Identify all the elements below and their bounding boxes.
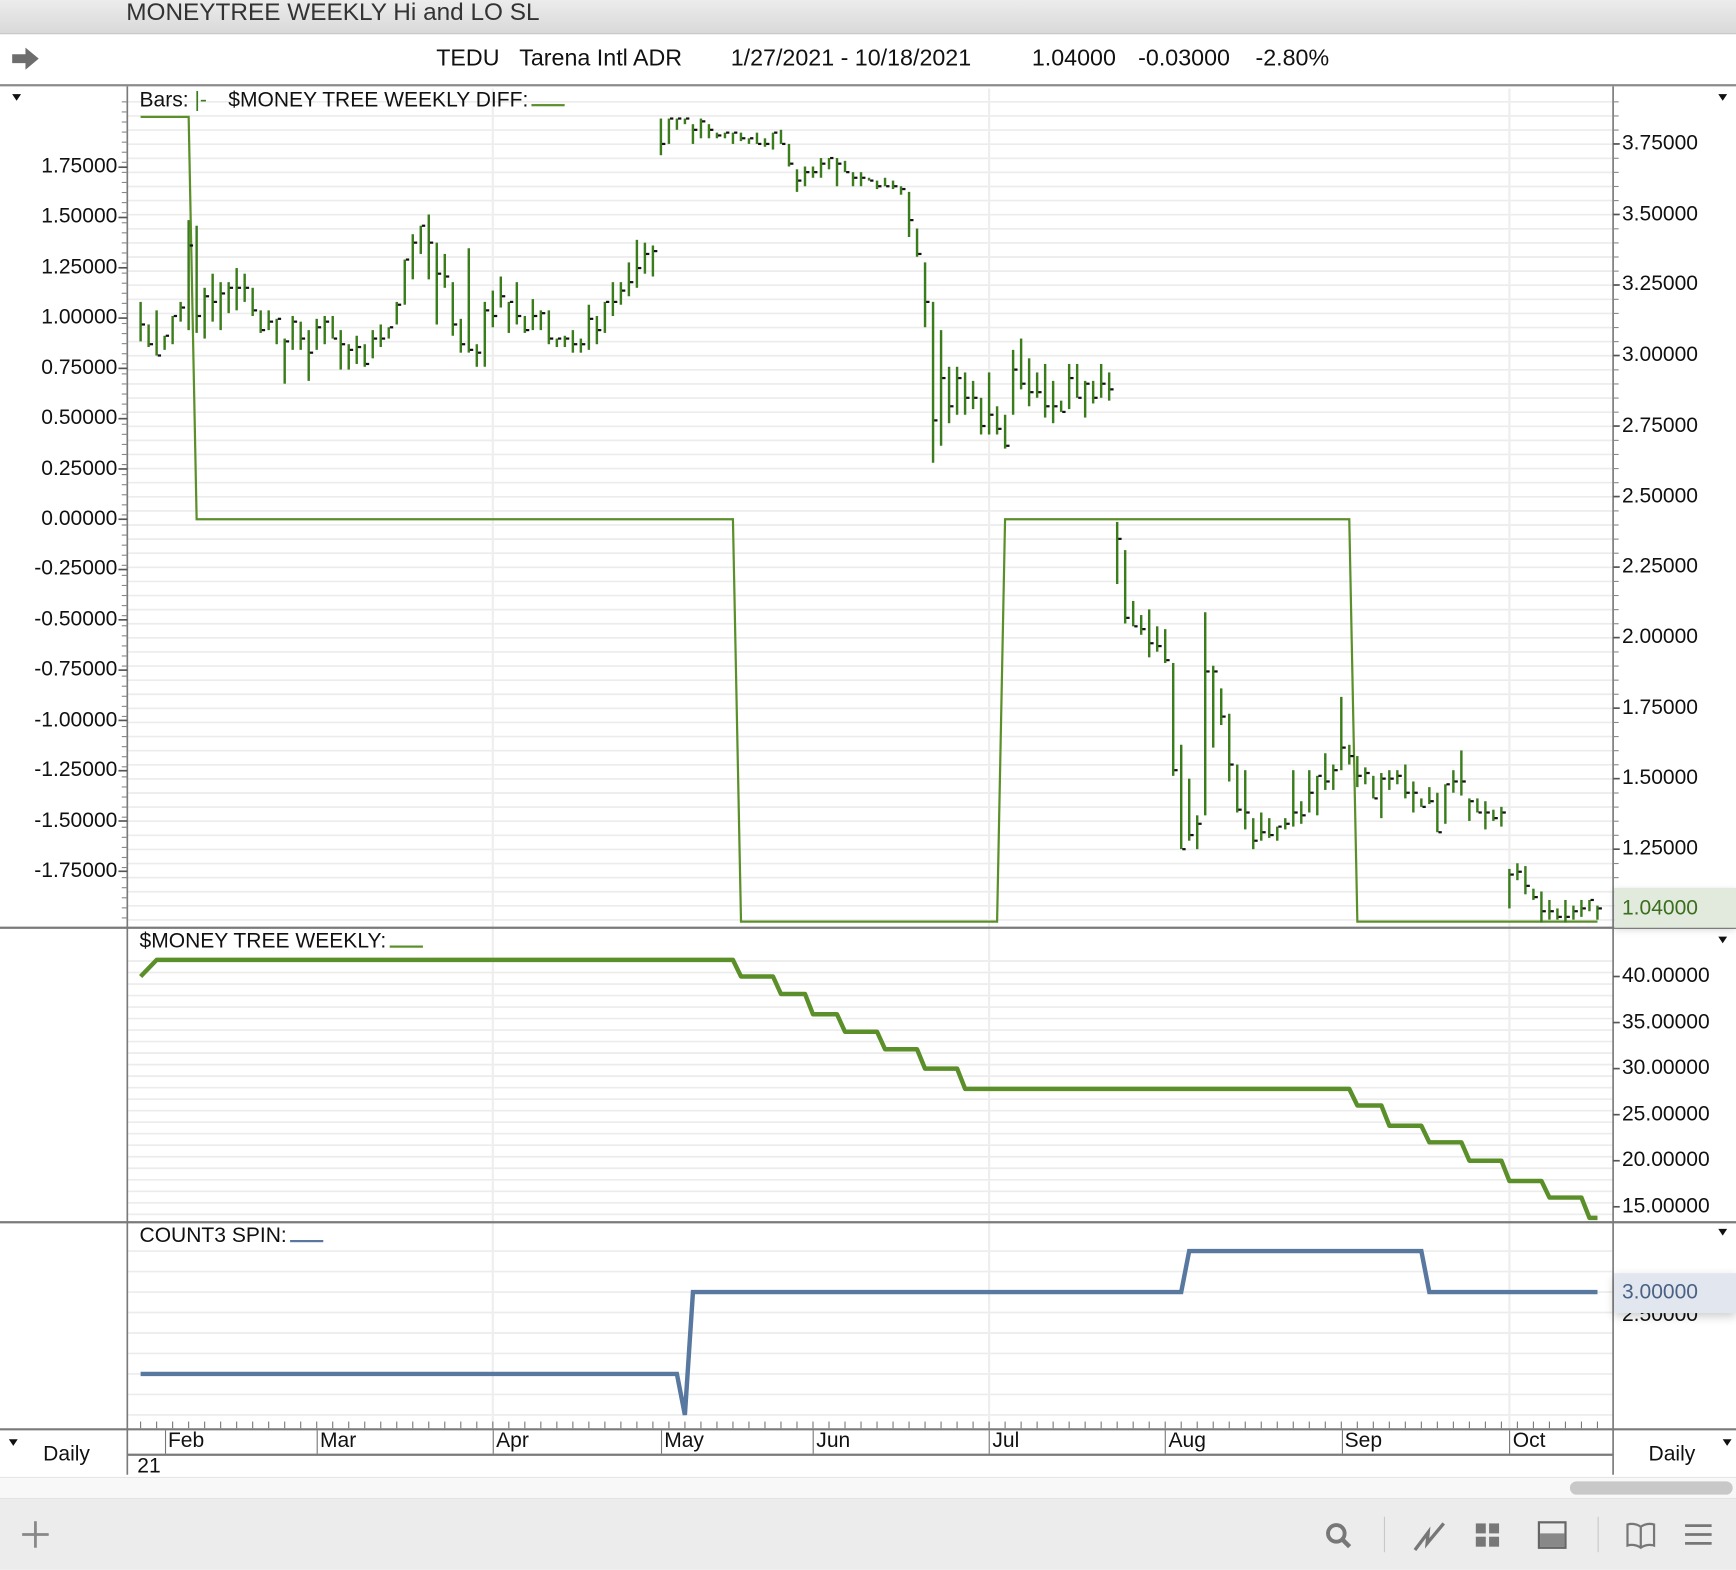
panel-layout-icon[interactable] xyxy=(1537,1520,1568,1551)
left-axis-label: -0.75000 xyxy=(34,657,118,682)
left-axis-label: -1.00000 xyxy=(34,708,118,732)
money-tree-pane-title: $MONEY TREE WEEKLY: xyxy=(139,930,423,954)
money-tree-axis-label: 35.00000 xyxy=(1621,1010,1710,1034)
diff-step-line xyxy=(140,115,1598,923)
plus-icon[interactable] xyxy=(20,1519,51,1550)
x-axis-month-label: Aug xyxy=(1165,1430,1206,1454)
book-icon[interactable] xyxy=(1624,1521,1657,1550)
horizontal-scrollbar[interactable] xyxy=(0,1476,1736,1500)
search-icon[interactable] xyxy=(1324,1521,1353,1550)
money-tree-axis-label: 40.00000 xyxy=(1621,964,1710,988)
right-axis-label: 3.25000 xyxy=(1621,272,1699,297)
x-axis-month-label: Sep xyxy=(1341,1430,1382,1454)
year-label: 21 xyxy=(137,1454,161,1479)
x-axis-month-label: Jun xyxy=(812,1430,850,1454)
left-axis-label: 0.00000 xyxy=(41,507,118,531)
right-axis-label: 1.50000 xyxy=(1621,766,1699,790)
bars-style-glyph[interactable]: |- xyxy=(194,89,206,112)
periodicity-right[interactable]: Daily xyxy=(1649,1443,1696,1466)
right-axis-label: 3.75000 xyxy=(1621,131,1699,155)
scrollbar-thumb[interactable] xyxy=(1569,1481,1733,1495)
last-price-marker-label: 1.04000 xyxy=(1621,896,1699,921)
money-tree-axis-label: 25.00000 xyxy=(1621,1102,1710,1126)
right-axis-label: 2.50000 xyxy=(1621,484,1699,508)
right-axis-label: 2.75000 xyxy=(1621,413,1699,438)
left-axis-label: -0.25000 xyxy=(34,557,118,581)
count3-pane-title: COUNT3 SPIN: xyxy=(139,1224,324,1248)
left-axis-label: 1.50000 xyxy=(41,205,118,229)
toolbar-separator xyxy=(1597,1516,1599,1553)
x-axis-month-label: Apr xyxy=(492,1430,529,1454)
grid-icon[interactable] xyxy=(1474,1521,1503,1550)
left-axis-label: -1.25000 xyxy=(34,758,118,782)
line-chart-icon[interactable] xyxy=(1413,1519,1446,1552)
left-axis-label: 1.00000 xyxy=(41,305,118,330)
diff-line-swatch xyxy=(531,89,565,107)
right-axis-label: 1.25000 xyxy=(1621,836,1699,861)
money-tree-indicator-label[interactable]: $MONEY TREE WEEKLY: xyxy=(139,930,386,953)
periodicity-dropdown-icon[interactable] xyxy=(8,1439,18,1446)
left-axis-label: 1.75000 xyxy=(41,155,118,179)
money-tree-axis-label: 15.00000 xyxy=(1621,1194,1710,1218)
periodicity-left[interactable]: Daily xyxy=(43,1443,90,1466)
toolbar-separator xyxy=(1383,1516,1386,1553)
last-price-marker: 1.04000 xyxy=(1614,887,1736,928)
right-axis-label: 1.75000 xyxy=(1621,695,1699,720)
periodicity-dropdown-icon[interactable] xyxy=(1722,1439,1732,1446)
x-axis-month-label: May xyxy=(660,1430,704,1454)
count3-value-marker: 3.00000 xyxy=(1614,1273,1736,1314)
chart-canvas[interactable] xyxy=(0,0,1736,1570)
count3-value-marker-label: 3.00000 xyxy=(1621,1280,1699,1305)
right-axis-label: 2.00000 xyxy=(1621,625,1699,649)
right-axis-label: 3.00000 xyxy=(1621,343,1699,367)
x-axis-month-label: Feb xyxy=(164,1430,204,1454)
money-tree-axis-label: 20.00000 xyxy=(1621,1148,1710,1172)
money-tree-axis-label: 30.00000 xyxy=(1621,1056,1710,1080)
left-axis-label: 0.75000 xyxy=(41,356,118,380)
right-axis-label: 3.50000 xyxy=(1621,202,1699,226)
x-axis-month-label: Jul xyxy=(989,1430,1019,1454)
left-axis-label: -1.75000 xyxy=(34,859,118,883)
chart-window: MONEYTREE WEEKLY Hi and LO SL TEDU Taren… xyxy=(0,0,1736,1570)
left-axis-label: 1.25000 xyxy=(41,255,118,279)
left-axis-label: 0.25000 xyxy=(41,456,118,481)
bottom-toolbar xyxy=(0,1499,1736,1570)
x-axis-month-label: Oct xyxy=(1509,1430,1545,1454)
x-axis-month-label: Mar xyxy=(316,1430,356,1454)
diff-indicator-label[interactable]: $MONEY TREE WEEKLY DIFF: xyxy=(228,89,528,112)
axis-menu-dropdown-icon[interactable] xyxy=(1718,1228,1728,1236)
axis-menu-dropdown-icon[interactable] xyxy=(1718,94,1728,101)
count3-indicator-label[interactable]: COUNT3 SPIN: xyxy=(139,1224,286,1247)
menu-icon[interactable] xyxy=(1683,1522,1714,1549)
axis-menu-dropdown-icon[interactable] xyxy=(1718,936,1728,944)
pane-menu-dropdown-icon[interactable] xyxy=(12,94,22,101)
bars-label: Bars: xyxy=(139,88,189,112)
main-pane-title: Bars: |- $MONEY TREE WEEKLY DIFF: xyxy=(139,88,565,113)
left-axis-label: 0.50000 xyxy=(41,406,118,430)
left-axis-label: -1.50000 xyxy=(34,808,118,833)
left-axis-label: -0.50000 xyxy=(34,607,118,631)
right-axis-label: 2.25000 xyxy=(1621,554,1699,579)
count3-line-swatch xyxy=(290,1224,324,1243)
money-tree-line-swatch xyxy=(389,930,423,948)
